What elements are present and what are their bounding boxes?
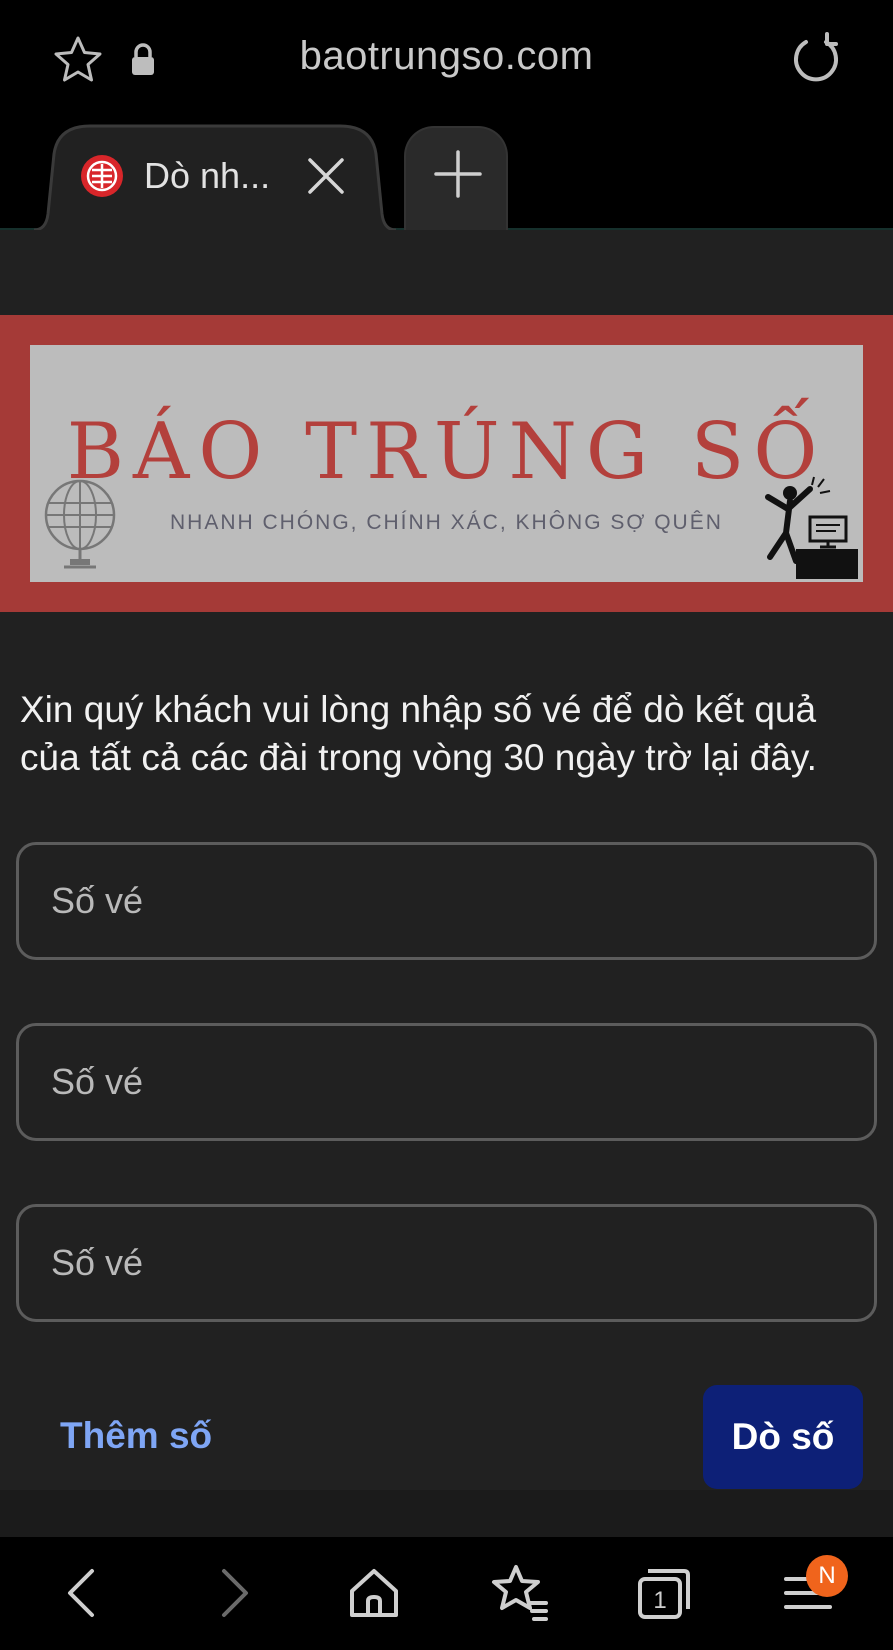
banner-tagline: NHANH CHÓNG, CHÍNH XÁC, KHÔNG SỢ QUÊN: [170, 511, 723, 534]
instruction-text: Xin quý khách vui lòng nhập số vé để dò …: [20, 689, 817, 778]
site-banner: BÁO TRÚNG SỐ NHANH CHÓNG, CHÍNH XÁC, KHÔ…: [0, 315, 893, 612]
tabs-icon[interactable]: 1: [632, 1561, 696, 1625]
bottom-navigation-bar: 1: [0, 1537, 893, 1650]
reload-icon[interactable]: [788, 32, 844, 88]
tab-title[interactable]: Dò nh...: [144, 155, 270, 197]
bookmarks-icon[interactable]: [488, 1561, 552, 1625]
notification-badge: N: [806, 1555, 848, 1597]
url-text[interactable]: baotrungso.com: [0, 34, 893, 79]
site-favicon-icon: [80, 154, 124, 198]
lottery-globe-icon: [40, 475, 120, 575]
celebrating-person-icon: [760, 475, 860, 580]
forward-icon[interactable]: [200, 1561, 264, 1625]
tab-close-icon[interactable]: [304, 154, 348, 198]
plus-icon: [434, 150, 482, 198]
ticket-number-input-2[interactable]: [16, 1023, 877, 1141]
new-tab-button[interactable]: [404, 126, 508, 230]
banner-title: BÁO TRÚNG SỐ: [66, 407, 827, 497]
add-number-link[interactable]: Thêm số: [60, 1415, 212, 1457]
banner-panel: BÁO TRÚNG SỐ NHANH CHÓNG, CHÍNH XÁC, KHÔ…: [30, 345, 863, 582]
page-footer-strip: [0, 1490, 893, 1537]
back-icon[interactable]: [52, 1561, 116, 1625]
ticket-number-input-1[interactable]: [16, 842, 877, 960]
tab-count: 1: [653, 1587, 666, 1614]
check-numbers-button[interactable]: Dò số: [703, 1385, 863, 1489]
ticket-number-input-3[interactable]: [16, 1204, 877, 1322]
home-icon[interactable]: [342, 1561, 406, 1625]
address-bar[interactable]: baotrungso.com: [0, 0, 893, 120]
